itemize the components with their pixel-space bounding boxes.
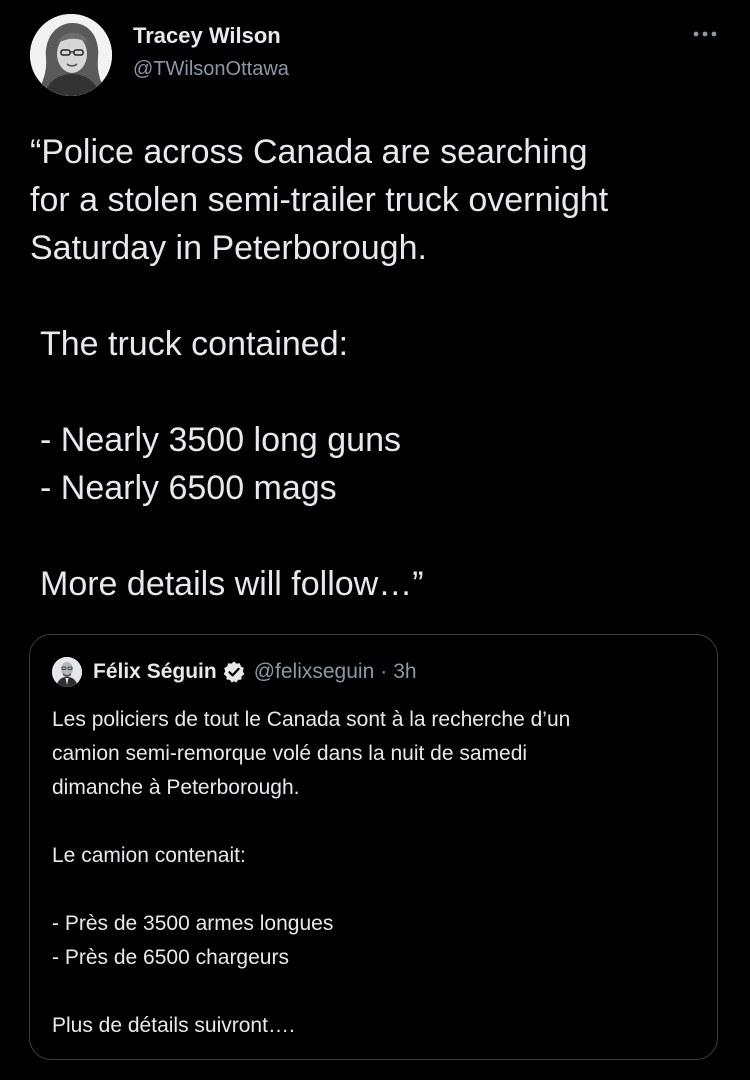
- quoted-tweet-header: Félix Séguin @felixseguin · 3h: [93, 657, 417, 687]
- tweet-text-line: - Nearly 6500 mags: [40, 469, 337, 507]
- header-separator: ·: [380, 660, 388, 683]
- verified-badge-icon: [223, 661, 245, 683]
- author-handle[interactable]: @TWilsonOttawa: [133, 56, 289, 82]
- author-photo: [30, 14, 112, 96]
- tweet-text-line: “Police across Canada are searching: [30, 133, 588, 171]
- quoted-author-photo: [52, 657, 82, 687]
- quoted-text-line: Les policiers de tout le Canada sont à l…: [52, 708, 571, 731]
- tweet: Tracey Wilson @TWilsonOttawa “Police acr…: [0, 0, 750, 1080]
- quoted-author-avatar[interactable]: [52, 657, 82, 687]
- quoted-text-line: - Près de 6500 chargeurs: [52, 946, 289, 969]
- quoted-text-line: dimanche à Peterborough.: [52, 776, 300, 799]
- quoted-text-line: camion semi-remorque volé dans la nuit d…: [52, 742, 528, 765]
- quoted-tweet[interactable]: Félix Séguin @felixseguin · 3h Les polic…: [29, 634, 718, 1060]
- quoted-tweet-text: Les policiers de tout le Canada sont à l…: [52, 703, 702, 1043]
- quoted-tweet-timestamp[interactable]: 3h: [393, 660, 416, 684]
- tweet-text-line: More details will follow…”: [40, 565, 424, 603]
- tweet-text-line: for a stolen semi-trailer truck overnigh…: [30, 181, 609, 219]
- more-horizontal-icon[interactable]: [688, 24, 722, 44]
- tweet-text-line: Saturday in Peterborough.: [30, 229, 427, 267]
- author-avatar[interactable]: [30, 14, 112, 96]
- tweet-text: “Police across Canada are searching for …: [30, 128, 730, 608]
- quoted-text-line: Le camion contenait:: [52, 844, 246, 867]
- quoted-author-handle[interactable]: @felixseguin: [254, 660, 375, 684]
- quoted-author-name[interactable]: Félix Séguin: [93, 660, 217, 684]
- quoted-text-line: Plus de détails suivront….: [52, 1014, 295, 1037]
- quoted-text-line: - Près de 3500 armes longues: [52, 912, 334, 935]
- author-name[interactable]: Tracey Wilson: [133, 22, 281, 50]
- tweet-text-line: - Nearly 3500 long guns: [40, 421, 402, 459]
- tweet-text-line: The truck contained:: [40, 325, 349, 363]
